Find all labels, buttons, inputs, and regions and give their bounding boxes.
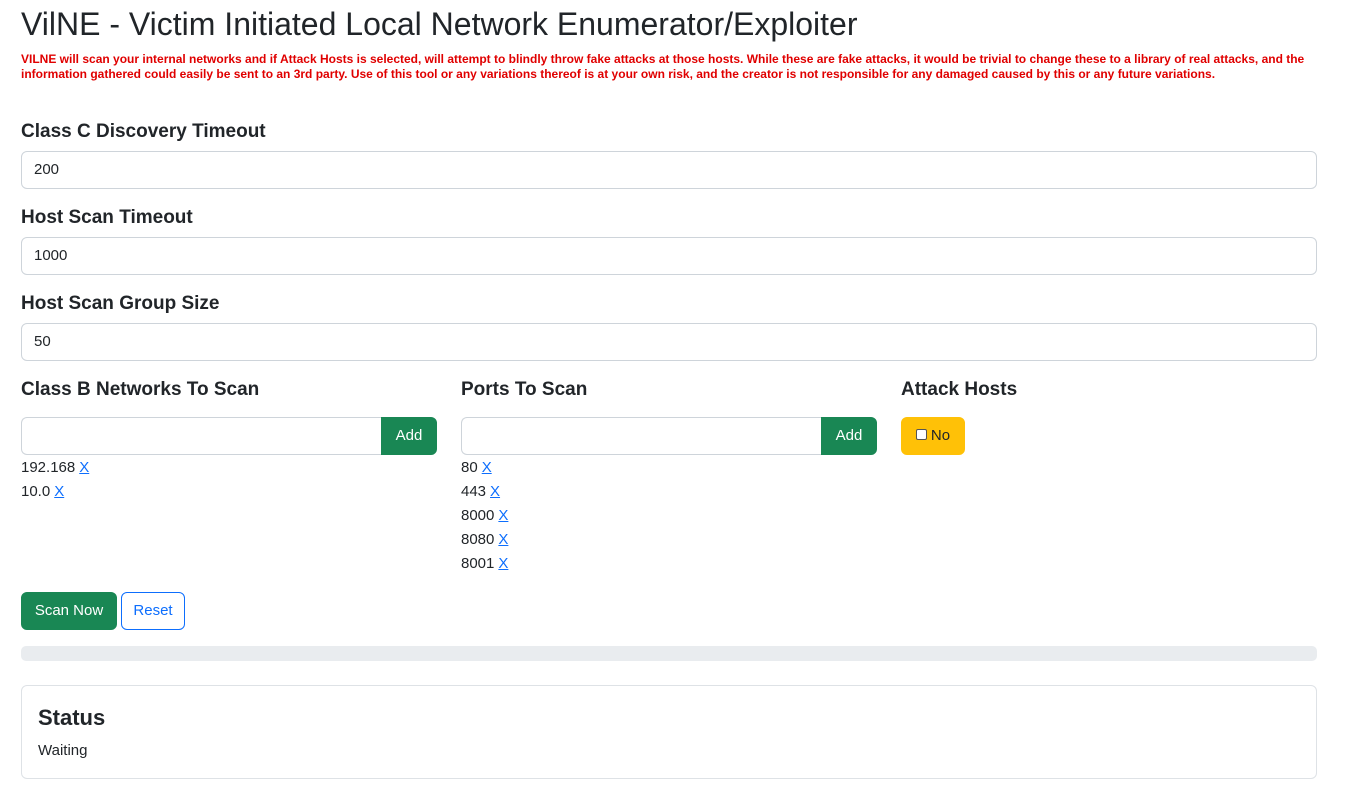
- port-item-value: 8001: [461, 555, 495, 572]
- page: VilNE - Victim Initiated Local Network E…: [0, 0, 1366, 804]
- network-item-value: 10.0: [21, 483, 51, 500]
- port-input[interactable]: [461, 417, 821, 455]
- port-item: 443 X: [461, 480, 508, 504]
- port-item-value: 443: [461, 483, 487, 500]
- status-title: Status: [38, 705, 106, 730]
- remove-port-link[interactable]: X: [490, 483, 500, 500]
- network-item: 192.168 X: [21, 456, 89, 480]
- reset-button[interactable]: Reset: [121, 592, 185, 630]
- remove-port-link[interactable]: X: [498, 531, 508, 548]
- host-scan-group-size-label: Host Scan Group Size: [21, 293, 220, 314]
- port-item: 80 X: [461, 456, 508, 480]
- port-item: 8000 X: [461, 504, 508, 528]
- network-list: 192.168 X 10.0 X: [21, 456, 89, 504]
- networks-label: Class B Networks To Scan: [21, 379, 260, 400]
- host-scan-group-size-input[interactable]: 50: [21, 323, 1317, 361]
- network-item: 10.0 X: [21, 480, 89, 504]
- add-network-button[interactable]: Add: [381, 417, 437, 455]
- attack-hosts-toggle-label: No: [930, 427, 951, 444]
- remove-network-link[interactable]: X: [79, 459, 89, 476]
- host-scan-timeout-label: Host Scan Timeout: [21, 207, 193, 228]
- remove-port-link[interactable]: X: [498, 507, 508, 524]
- port-list: 80 X 443 X 8000 X 8080 X 8001 X: [461, 456, 508, 576]
- scan-now-button[interactable]: Scan Now: [21, 592, 117, 630]
- port-item: 8080 X: [461, 528, 508, 552]
- attack-hosts-checkbox[interactable]: [915, 428, 927, 440]
- port-item-value: 8000: [461, 507, 495, 524]
- disclaimer-text: VILNE will scan your internal networks a…: [21, 52, 1305, 81]
- ports-label: Ports To Scan: [461, 379, 588, 400]
- host-scan-timeout-input[interactable]: 1000: [21, 237, 1317, 275]
- status-text: Waiting: [38, 742, 88, 759]
- page-title: VilNE - Victim Initiated Local Network E…: [21, 6, 858, 42]
- network-input[interactable]: [21, 417, 381, 455]
- attack-hosts-label: Attack Hosts: [901, 379, 1018, 400]
- attack-hosts-toggle[interactable]: No: [901, 417, 965, 455]
- port-item-value: 80: [461, 459, 478, 476]
- scan-progress-bar: [21, 646, 1317, 661]
- status-card: Status Waiting: [21, 685, 1317, 779]
- class-c-timeout-input[interactable]: 200: [21, 151, 1317, 189]
- add-port-button[interactable]: Add: [821, 417, 877, 455]
- class-c-timeout-label: Class C Discovery Timeout: [21, 121, 266, 142]
- remove-port-link[interactable]: X: [482, 459, 492, 476]
- port-item: 8001 X: [461, 552, 508, 576]
- network-item-value: 192.168: [21, 459, 76, 476]
- port-item-value: 8080: [461, 531, 495, 548]
- remove-network-link[interactable]: X: [54, 483, 64, 500]
- remove-port-link[interactable]: X: [498, 555, 508, 572]
